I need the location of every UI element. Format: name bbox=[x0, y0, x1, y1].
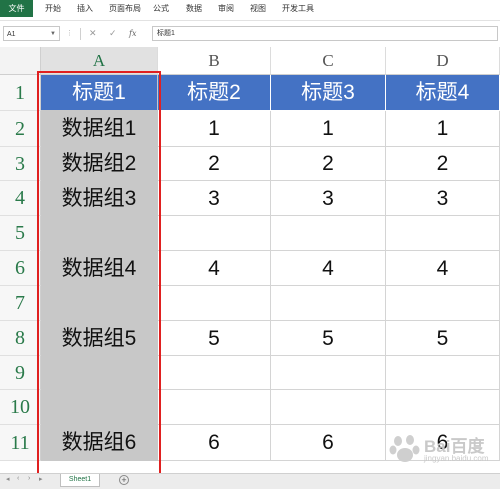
row-header-1[interactable]: 1 bbox=[0, 75, 41, 111]
cell-d3[interactable]: 2 bbox=[386, 147, 500, 181]
row-header-3[interactable]: 3 bbox=[0, 147, 41, 181]
sheet-tab-bar: ◂ ‹ › ▸ Sheet1 + bbox=[0, 473, 500, 489]
cell-b3[interactable]: 2 bbox=[158, 147, 271, 181]
ribbon: 文件 开始 插入 页面布局 公式 数据 审阅 视图 开发工具 bbox=[0, 0, 500, 17]
formula-divider bbox=[80, 28, 81, 40]
next-sheet-icon[interactable]: › bbox=[28, 475, 30, 482]
more-options-icon[interactable]: ⋮ bbox=[66, 26, 73, 41]
cell-c1[interactable]: 标题3 bbox=[271, 75, 386, 111]
menu-developer[interactable]: 开发工具 bbox=[282, 0, 314, 17]
menu-insert[interactable]: 插入 bbox=[77, 0, 93, 17]
row-header-7[interactable]: 7 bbox=[0, 286, 41, 321]
name-box[interactable]: A1 ▼ bbox=[3, 26, 60, 41]
last-sheet-icon[interactable]: ▸ bbox=[39, 475, 43, 483]
cell-b10[interactable] bbox=[158, 390, 271, 425]
column-header-c[interactable]: C bbox=[271, 47, 386, 75]
cell-a5[interactable] bbox=[41, 216, 158, 251]
cell-b8[interactable]: 5 bbox=[158, 321, 271, 356]
cell-b9[interactable] bbox=[158, 356, 271, 390]
cell-d8[interactable]: 5 bbox=[386, 321, 500, 356]
add-sheet-icon[interactable]: + bbox=[119, 475, 129, 485]
column-header-d[interactable]: D bbox=[386, 47, 500, 75]
row-header-9[interactable]: 9 bbox=[0, 356, 41, 390]
cell-a6[interactable]: 数据组4 bbox=[41, 251, 158, 286]
row-header-10[interactable]: 10 bbox=[0, 390, 41, 425]
cell-c10[interactable] bbox=[271, 390, 386, 425]
row-header-2[interactable]: 2 bbox=[0, 111, 41, 147]
name-box-value: A1 bbox=[7, 31, 16, 38]
cell-d10[interactable] bbox=[386, 390, 500, 425]
row-header-6[interactable]: 6 bbox=[0, 251, 41, 286]
cancel-icon[interactable]: ✕ bbox=[89, 26, 97, 41]
insert-function-icon[interactable]: fx bbox=[129, 26, 136, 41]
cell-d4[interactable]: 3 bbox=[386, 181, 500, 216]
menu-home[interactable]: 开始 bbox=[45, 0, 61, 17]
cell-c2[interactable]: 1 bbox=[271, 111, 386, 147]
cell-b5[interactable] bbox=[158, 216, 271, 251]
first-sheet-icon[interactable]: ◂ bbox=[6, 475, 10, 483]
cell-d11[interactable]: 6 bbox=[386, 425, 500, 461]
formula-input[interactable]: 标题1 bbox=[152, 26, 498, 41]
cell-a8[interactable]: 数据组5 bbox=[41, 321, 158, 356]
cell-b4[interactable]: 3 bbox=[158, 181, 271, 216]
menu-review[interactable]: 审阅 bbox=[218, 0, 234, 17]
confirm-icon[interactable]: ✓ bbox=[109, 26, 117, 41]
cell-c6[interactable]: 4 bbox=[271, 251, 386, 286]
cell-c7[interactable] bbox=[271, 286, 386, 321]
select-all-corner[interactable] bbox=[0, 47, 41, 75]
cell-b6[interactable]: 4 bbox=[158, 251, 271, 286]
cell-d1[interactable]: 标题4 bbox=[386, 75, 500, 111]
chevron-down-icon[interactable]: ▼ bbox=[50, 27, 56, 42]
column-header-b[interactable]: B bbox=[158, 47, 271, 75]
cell-c5[interactable] bbox=[271, 216, 386, 251]
menu-formulas[interactable]: 公式 bbox=[153, 0, 169, 17]
cell-c11[interactable]: 6 bbox=[271, 425, 386, 461]
cell-b7[interactable] bbox=[158, 286, 271, 321]
cell-c8[interactable]: 5 bbox=[271, 321, 386, 356]
menu-data[interactable]: 数据 bbox=[186, 0, 202, 17]
column-header-a[interactable]: A bbox=[41, 47, 158, 75]
cell-d7[interactable] bbox=[386, 286, 500, 321]
row-header-8[interactable]: 8 bbox=[0, 321, 41, 356]
cell-d2[interactable]: 1 bbox=[386, 111, 500, 147]
row-header-4[interactable]: 4 bbox=[0, 181, 41, 216]
cell-a11[interactable]: 数据组6 bbox=[41, 425, 158, 461]
cell-a4[interactable]: 数据组3 bbox=[41, 181, 158, 216]
cell-a1[interactable]: 标题1 bbox=[41, 75, 158, 111]
cell-a9[interactable] bbox=[41, 356, 158, 390]
cell-a7[interactable] bbox=[41, 286, 158, 321]
cell-a2[interactable]: 数据组1 bbox=[41, 111, 158, 147]
cell-c3[interactable]: 2 bbox=[271, 147, 386, 181]
cell-c9[interactable] bbox=[271, 356, 386, 390]
cell-b11[interactable]: 6 bbox=[158, 425, 271, 461]
cell-c4[interactable]: 3 bbox=[271, 181, 386, 216]
cell-a10[interactable] bbox=[41, 390, 158, 425]
menu-view[interactable]: 视图 bbox=[250, 0, 266, 17]
cell-d6[interactable]: 4 bbox=[386, 251, 500, 286]
file-tab[interactable]: 文件 bbox=[0, 0, 33, 17]
menu-page-layout[interactable]: 页面布局 bbox=[109, 0, 141, 17]
prev-sheet-icon[interactable]: ‹ bbox=[17, 475, 19, 482]
row-header-11[interactable]: 11 bbox=[0, 425, 41, 461]
cell-d5[interactable] bbox=[386, 216, 500, 251]
row-header-5[interactable]: 5 bbox=[0, 216, 41, 251]
cell-b1[interactable]: 标题2 bbox=[158, 75, 271, 111]
cell-d9[interactable] bbox=[386, 356, 500, 390]
sheet-tab-sheet1[interactable]: Sheet1 bbox=[60, 474, 100, 487]
cell-a3[interactable]: 数据组2 bbox=[41, 147, 158, 181]
formula-bar: A1 ▼ ⋮ ✕ ✓ fx 标题1 bbox=[0, 26, 500, 43]
cell-b2[interactable]: 1 bbox=[158, 111, 271, 147]
ribbon-divider bbox=[0, 20, 500, 21]
